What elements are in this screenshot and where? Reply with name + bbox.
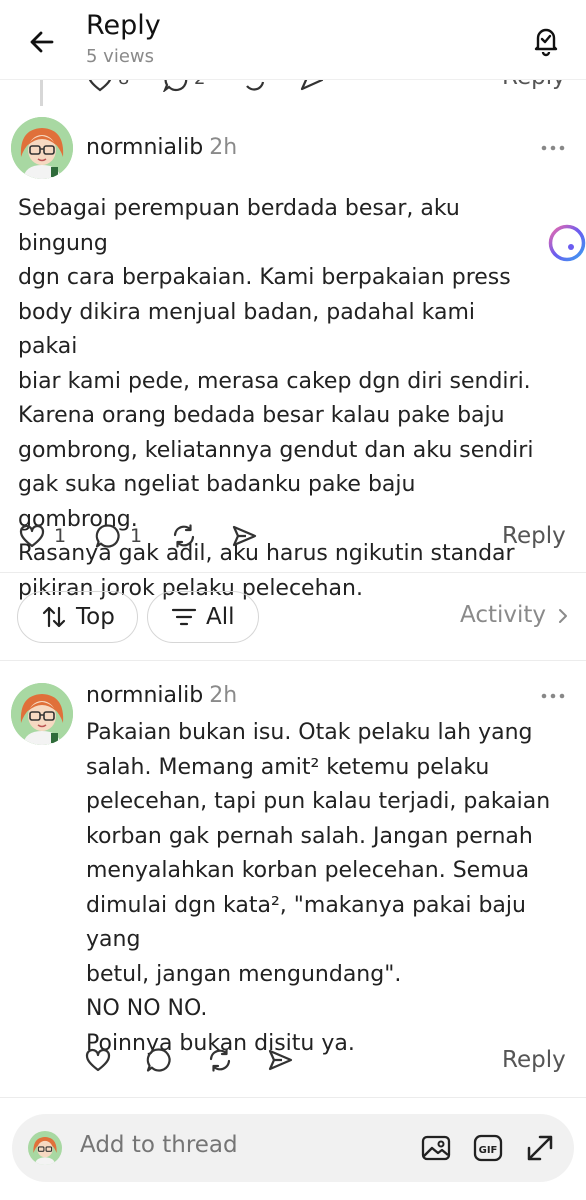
thread-input[interactable] [80,1132,380,1158]
view-count: 5 views [86,46,155,67]
avatar[interactable] [11,117,73,179]
divider [0,1097,586,1098]
post-actions: 1 1 Reply [0,518,586,558]
filter-all-label: All [206,604,235,630]
post-body: Pakaian bukan isu. Otak pelaku lah yang … [86,720,551,1056]
thread-composer: GIF [12,1114,574,1182]
repost-icon [209,1048,231,1072]
post-author[interactable]: normnialib 2h [86,683,237,708]
like-button[interactable] [84,1046,112,1074]
thread-connector-line [40,80,43,106]
avatar-illustration-icon [11,683,73,745]
page-title: Reply [86,10,161,41]
sort-top-label: Top [76,604,115,630]
share-button[interactable] [266,1046,294,1074]
divider [0,660,586,661]
share-icon [232,525,257,547]
avatar[interactable] [11,683,73,745]
reply-link[interactable]: Reply [502,523,566,549]
username[interactable]: normnialib [86,683,203,708]
like-count: 1 [54,525,67,547]
sort-top-button[interactable]: Top [17,591,138,643]
comment-icon [95,524,120,548]
avatar-illustration-icon [11,117,73,179]
divider [0,572,586,573]
app-header: Reply 5 views [0,0,586,80]
activity-label: Activity [460,602,547,628]
more-options-icon[interactable] [540,143,566,153]
gif-icon[interactable]: GIF [472,1132,504,1164]
back-arrow-icon[interactable] [24,24,60,60]
more-options-icon[interactable] [540,691,566,701]
chevron-right-icon [559,608,568,623]
comment-button[interactable]: 1 [94,522,142,550]
post-time: 2h [209,135,238,160]
activity-link[interactable]: Activity [460,602,569,628]
comment-count: 1 [130,525,143,547]
share-icon [268,1049,293,1071]
sort-arrows-icon [42,606,66,628]
share-button[interactable] [230,522,258,550]
post-time: 2h [209,683,238,708]
filter-all-button[interactable]: All [147,591,259,643]
avatar-illustration-icon [28,1131,62,1165]
comment-icon [146,1048,171,1072]
username[interactable]: normnialib [86,135,203,160]
svg-text:GIF: GIF [479,1145,498,1156]
image-icon[interactable] [420,1132,452,1164]
repost-button[interactable] [206,1046,234,1074]
reply-link[interactable]: Reply [502,1047,566,1073]
repost-button[interactable] [170,522,198,550]
comment-button[interactable] [145,1046,173,1074]
like-button[interactable]: 1 [18,522,66,550]
post-actions: Reply [0,1042,586,1082]
heart-icon [19,524,45,548]
avatar [28,1131,62,1165]
repost-icon [173,524,195,548]
expand-icon[interactable] [524,1132,556,1164]
floating-assistant-icon[interactable] [547,223,586,263]
heart-icon [85,1048,111,1072]
filter-lines-icon [171,608,197,626]
post-author[interactable]: normnialib 2h [86,135,237,160]
notification-bell-icon[interactable] [526,20,566,60]
